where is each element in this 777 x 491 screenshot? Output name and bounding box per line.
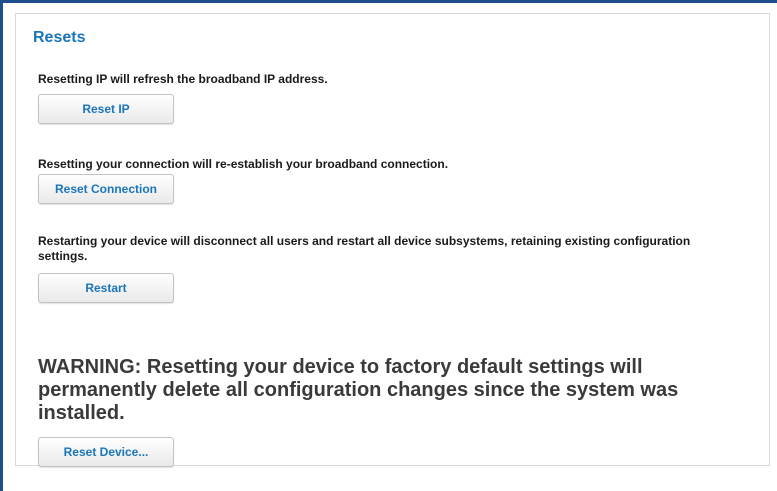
reset-device-button[interactable]: Reset Device... — [38, 437, 174, 467]
reset-ip-button[interactable]: Reset IP — [38, 94, 174, 124]
reset-ip-description: Resetting IP will refresh the broadband … — [38, 72, 328, 86]
reset-connection-description: Resetting your connection will re-establ… — [38, 157, 449, 171]
top-border — [0, 0, 777, 3]
section-title: Resets — [33, 29, 86, 46]
resets-panel: Resets Resetting IP will refresh the bro… — [15, 13, 770, 467]
window-frame: Resets Resetting IP will refresh the bro… — [0, 0, 777, 491]
reset-connection-button[interactable]: Reset Connection — [38, 174, 174, 204]
restart-button[interactable]: Restart — [38, 273, 174, 303]
factory-reset-warning: WARNING: Resetting your device to factor… — [38, 356, 679, 424]
restart-description: Restarting your device will disconnect a… — [38, 234, 691, 263]
left-border — [0, 0, 3, 491]
